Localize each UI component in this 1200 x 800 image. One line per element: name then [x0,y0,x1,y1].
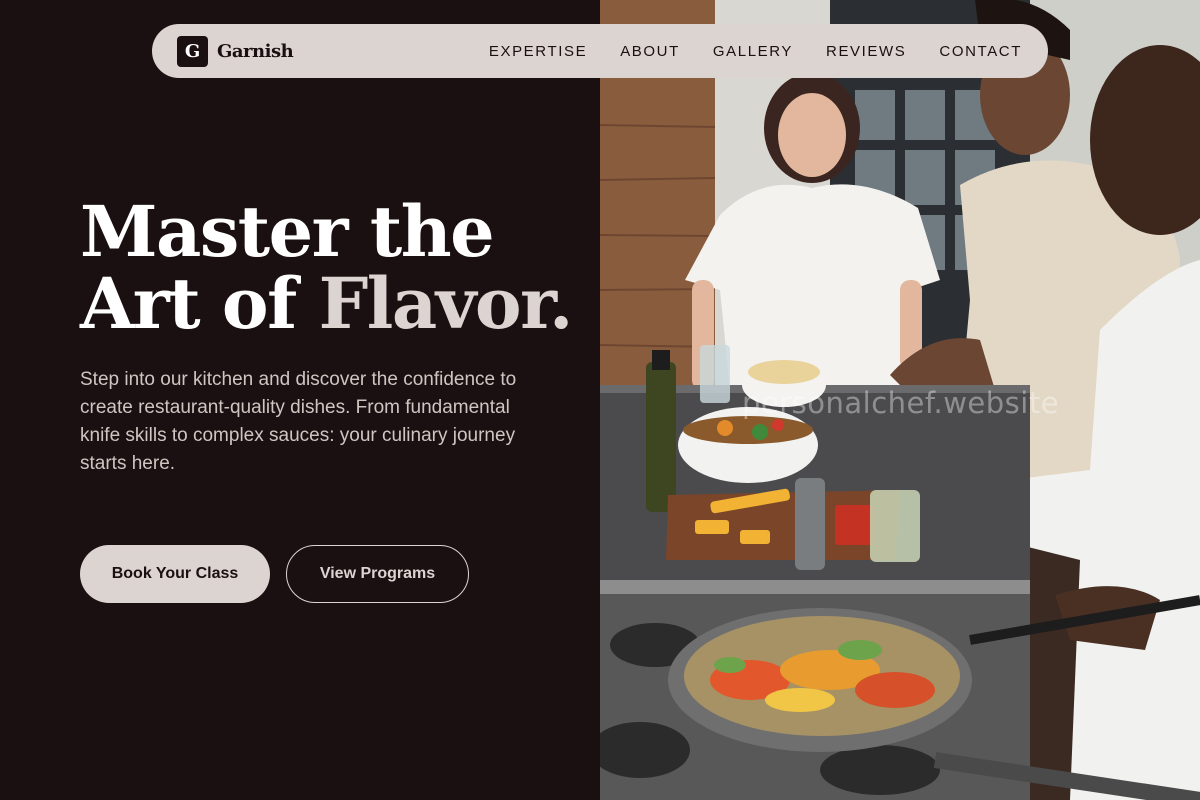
view-programs-button[interactable]: View Programs [286,545,469,603]
nav-link-expertise[interactable]: EXPERTISE [489,43,587,60]
headline-line-1: Master the [80,190,495,273]
brand-logo[interactable]: G Garnish [177,36,294,67]
logo-mark-icon: G [177,36,208,67]
nav-link-about[interactable]: ABOUT [620,43,680,60]
hero-panel: Master the Art of Flavor. Step into our … [0,0,600,800]
book-class-button[interactable]: Book Your Class [80,545,270,603]
headline-accent-word: Flavor. [318,262,574,345]
headline-line-2-start: Art of [80,262,319,345]
nav-link-gallery[interactable]: GALLERY [713,43,793,60]
nav-link-contact[interactable]: CONTACT [939,43,1022,60]
hero-headline: Master the Art of Flavor. [80,196,580,340]
brand-name: Garnish [217,41,294,62]
top-navigation: G Garnish EXPERTISE ABOUT GALLERY REVIEW… [152,24,1048,78]
nav-link-reviews[interactable]: REVIEWS [826,43,906,60]
watermark-text: personalchef.website [742,386,1060,420]
hero-photo: personalchef.website [600,0,1200,800]
hero-subtext: Step into our kitchen and discover the c… [80,369,517,474]
nav-links: EXPERTISE ABOUT GALLERY REVIEWS CONTACT [489,24,1022,78]
